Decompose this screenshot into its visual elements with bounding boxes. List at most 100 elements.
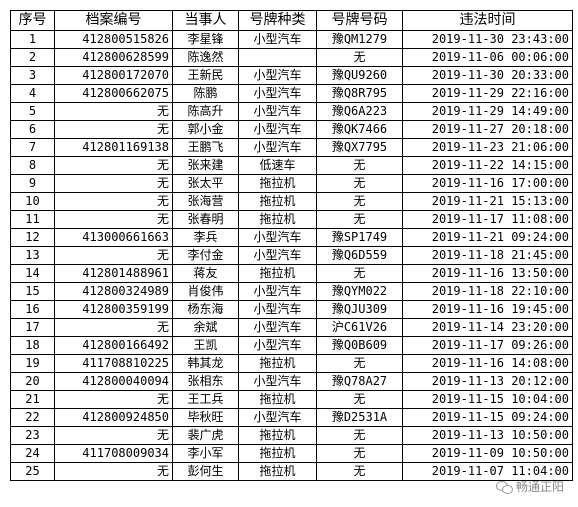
cell-plate-number: 豫SP1749 bbox=[316, 228, 403, 247]
table-row: 7 412801169138 王鹏飞 小型汽车 豫QX7795 2019-11-23 21… bbox=[10, 138, 573, 157]
cell-plate-number: 无 bbox=[316, 462, 403, 481]
cell-index: 2 bbox=[10, 48, 55, 67]
cell-party: 王新民 bbox=[172, 66, 239, 85]
cell-violation-time: 2019-11-15 10:04:00 bbox=[402, 390, 573, 409]
table-row: 1 412800515826 李星锋 小型汽车 豫QM1279 2019-11-30 23… bbox=[10, 30, 573, 49]
cell-plate-type bbox=[238, 48, 317, 67]
table-row: 14 412801488961 蒋友 拖拉机无 2019-11-16 13:50:00 bbox=[10, 264, 573, 283]
cell-plate-type: 拖拉机 bbox=[238, 264, 317, 283]
cell-plate-number: 沪C61V26 bbox=[316, 318, 403, 337]
table-body: 1 412800515826 李星锋 小型汽车 豫QM1279 2019-11-30 23… bbox=[10, 30, 573, 481]
table-row: 23 无裴广虎 拖拉机无 2019-11-13 10:50:00 bbox=[10, 426, 573, 445]
cell-violation-time: 2019-11-14 23:20:00 bbox=[402, 318, 573, 337]
cell-index: 6 bbox=[10, 120, 55, 139]
cell-index: 15 bbox=[10, 282, 55, 301]
cell-index: 3 bbox=[10, 66, 55, 85]
cell-file-number: 412800662075 bbox=[54, 84, 173, 103]
cell-violation-time: 2019-11-13 20:12:00 bbox=[402, 372, 573, 391]
cell-plate-number: 豫QYM022 bbox=[316, 282, 403, 301]
cell-index: 13 bbox=[10, 246, 55, 265]
cell-index: 12 bbox=[10, 228, 55, 247]
cell-plate-type: 低速车 bbox=[238, 156, 317, 175]
wechat-icon bbox=[495, 480, 513, 494]
cell-plate-number: 无 bbox=[316, 210, 403, 229]
cell-party: 王凯 bbox=[172, 336, 239, 355]
cell-plate-type: 拖拉机 bbox=[238, 174, 317, 193]
cell-plate-number: 豫QX7795 bbox=[316, 138, 403, 157]
cell-plate-type: 拖拉机 bbox=[238, 462, 317, 481]
cell-plate-type: 小型汽车 bbox=[238, 120, 317, 139]
cell-violation-time: 2019-11-21 09:24:00 bbox=[402, 228, 573, 247]
cell-plate-type: 小型汽车 bbox=[238, 336, 317, 355]
header-plate-type: 号牌种类 bbox=[238, 10, 317, 31]
cell-plate-number: 豫QJU309 bbox=[316, 300, 403, 319]
cell-violation-time: 2019-11-06 00:06:00 bbox=[402, 48, 573, 67]
violation-table: 序号 档案编号 当事人 号牌种类 号牌号码 违法时间 1 412800515826… bbox=[10, 10, 573, 481]
table-row: 8 无张来建 低速车无 2019-11-22 14:15:00 bbox=[10, 156, 573, 175]
header-party: 当事人 bbox=[172, 10, 239, 31]
cell-violation-time: 2019-11-29 14:49:00 bbox=[402, 102, 573, 121]
cell-plate-number: 无 bbox=[316, 156, 403, 175]
cell-violation-time: 2019-11-16 13:50:00 bbox=[402, 264, 573, 283]
cell-party: 蒋友 bbox=[172, 264, 239, 283]
cell-plate-number: 无 bbox=[316, 192, 403, 211]
cell-plate-type: 小型汽车 bbox=[238, 30, 317, 49]
cell-party: 陈高升 bbox=[172, 102, 239, 121]
cell-plate-number: 豫Q8R795 bbox=[316, 84, 403, 103]
cell-violation-time: 2019-11-18 22:10:00 bbox=[402, 282, 573, 301]
cell-party: 杨东海 bbox=[172, 300, 239, 319]
header-violation-time: 违法时间 bbox=[402, 10, 573, 31]
watermark-text: 畅通正阳 bbox=[515, 480, 564, 494]
cell-index: 9 bbox=[10, 174, 55, 193]
cell-party: 郭小金 bbox=[172, 120, 239, 139]
cell-file-number: 无 bbox=[54, 246, 173, 265]
table-row: 22 412800924850 毕秋旺 小型汽车 豫D2531A 2019-11-15 0… bbox=[10, 408, 573, 427]
cell-party: 李兵 bbox=[172, 228, 239, 247]
cell-plate-number: 无 bbox=[316, 174, 403, 193]
cell-plate-number: 无 bbox=[316, 390, 403, 409]
cell-file-number: 411708810225 bbox=[54, 354, 173, 373]
cell-plate-type: 小型汽车 bbox=[238, 84, 317, 103]
cell-index: 16 bbox=[10, 300, 55, 319]
cell-violation-time: 2019-11-17 11:08:00 bbox=[402, 210, 573, 229]
cell-file-number: 412800040094 bbox=[54, 372, 173, 391]
cell-plate-number: 豫QM1279 bbox=[316, 30, 403, 49]
table-row: 6 无郭小金 小型汽车 豫QK7466 2019-11-27 20:18:00 bbox=[10, 120, 573, 139]
cell-plate-type: 小型汽车 bbox=[238, 102, 317, 121]
cell-index: 18 bbox=[10, 336, 55, 355]
cell-file-number: 412800628599 bbox=[54, 48, 173, 67]
cell-file-number: 无 bbox=[54, 210, 173, 229]
cell-index: 10 bbox=[10, 192, 55, 211]
cell-party: 肖俊伟 bbox=[172, 282, 239, 301]
cell-violation-time: 2019-11-30 20:33:00 bbox=[402, 66, 573, 85]
cell-plate-number: 豫Q6A223 bbox=[316, 102, 403, 121]
cell-violation-time: 2019-11-29 22:16:00 bbox=[402, 84, 573, 103]
cell-plate-number: 无 bbox=[316, 444, 403, 463]
cell-plate-type: 小型汽车 bbox=[238, 228, 317, 247]
cell-plate-number: 无 bbox=[316, 48, 403, 67]
cell-file-number: 412801488961 bbox=[54, 264, 173, 283]
cell-plate-type: 小型汽车 bbox=[238, 408, 317, 427]
header-file-number: 档案编号 bbox=[54, 10, 173, 31]
table-row: 11 无张春明 拖拉机无 2019-11-17 11:08:00 bbox=[10, 210, 573, 229]
table-row: 15 412800324989 肖俊伟 小型汽车 豫QYM022 2019-11-18 2… bbox=[10, 282, 573, 301]
cell-plate-type: 小型汽车 bbox=[238, 372, 317, 391]
cell-plate-number: 无 bbox=[316, 354, 403, 373]
cell-plate-type: 小型汽车 bbox=[238, 138, 317, 157]
header-plate-number: 号牌号码 bbox=[316, 10, 403, 31]
cell-file-number: 无 bbox=[54, 102, 173, 121]
cell-plate-type: 拖拉机 bbox=[238, 444, 317, 463]
cell-party: 张来建 bbox=[172, 156, 239, 175]
table-row: 10 无张海营 拖拉机无 2019-11-21 15:13:00 bbox=[10, 192, 573, 211]
cell-plate-type: 拖拉机 bbox=[238, 426, 317, 445]
cell-party: 王工兵 bbox=[172, 390, 239, 409]
cell-plate-number: 无 bbox=[316, 264, 403, 283]
cell-index: 22 bbox=[10, 408, 55, 427]
cell-index: 5 bbox=[10, 102, 55, 121]
cell-file-number: 无 bbox=[54, 192, 173, 211]
table-row: 21 无王工兵 拖拉机无 2019-11-15 10:04:00 bbox=[10, 390, 573, 409]
cell-file-number: 无 bbox=[54, 120, 173, 139]
cell-plate-type: 小型汽车 bbox=[238, 246, 317, 265]
cell-plate-type: 小型汽车 bbox=[238, 300, 317, 319]
table-row: 19 411708810225 韩其龙 拖拉机无 2019-11-16 14:08:00 bbox=[10, 354, 573, 373]
